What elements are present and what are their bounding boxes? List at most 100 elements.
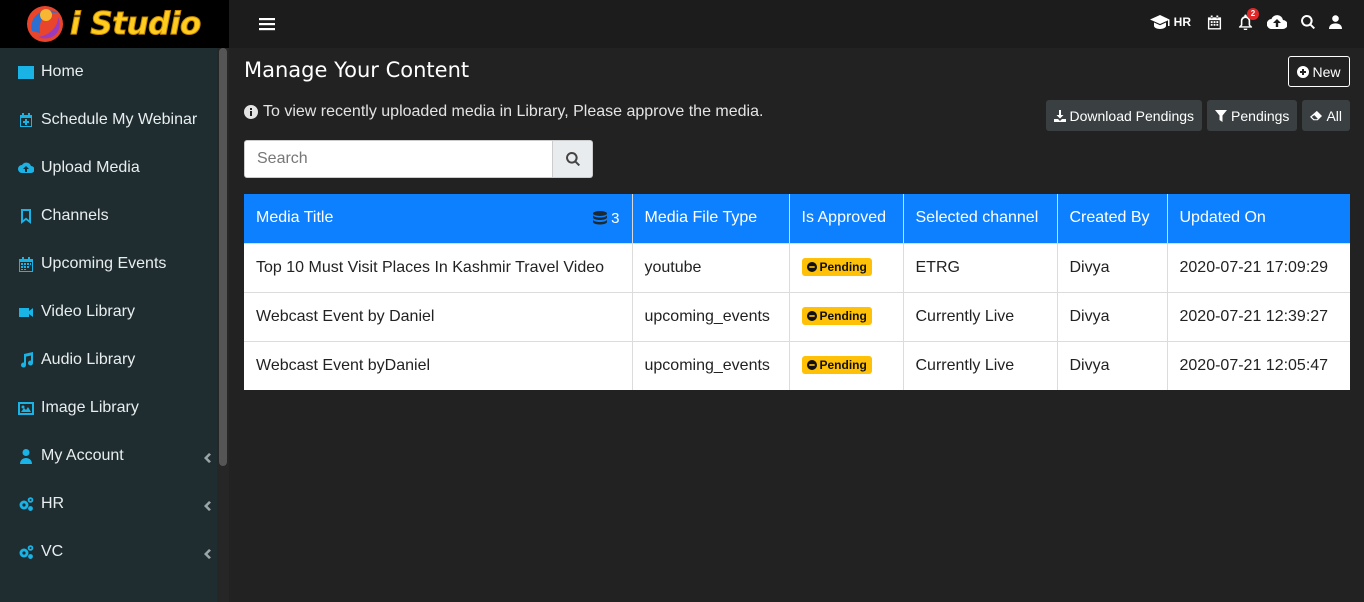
action-buttons: Download Pendings Pendings All: [1041, 100, 1350, 131]
sidebar-item-home[interactable]: Home: [0, 48, 217, 96]
home-icon: [17, 63, 35, 81]
sidebar-item-upload-media[interactable]: Upload Media: [0, 144, 217, 192]
sidebar-item-label: Home: [41, 63, 84, 80]
header-created-by[interactable]: Created By: [1057, 194, 1168, 243]
calendar-icon: [1207, 15, 1222, 30]
filter-icon: [1215, 109, 1228, 122]
cloud-upload-icon: [17, 159, 35, 177]
cell-media-file-type: youtube: [632, 242, 790, 292]
cell-media-title: Webcast Event by Daniel: [244, 291, 633, 341]
graduation-cap-icon: [1149, 15, 1170, 29]
sidebar-item-label: My Account: [41, 447, 124, 464]
user-icon: [17, 447, 35, 465]
sidebar-nav: Home Schedule My Webinar Upload Media Ch…: [0, 48, 217, 576]
table-row[interactable]: Webcast Event byDaniel upcoming_events P…: [244, 340, 1350, 390]
sidebar: i Studio Home Schedule My Webinar Upload…: [0, 0, 229, 602]
chevron-left-icon: [203, 546, 211, 559]
cell-media-title: Top 10 Must Visit Places In Kashmir Trav…: [244, 242, 633, 292]
sidebar-item-label: Upcoming Events: [41, 255, 167, 272]
chevron-left-icon: [203, 498, 211, 511]
search-button[interactable]: [1301, 15, 1315, 29]
table-row[interactable]: Webcast Event by Daniel upcoming_events …: [244, 291, 1350, 341]
header-is-approved[interactable]: Is Approved: [789, 194, 904, 243]
search-input[interactable]: [244, 140, 553, 178]
sidebar-item-vc[interactable]: VC: [0, 528, 217, 576]
pendings-filter-button[interactable]: Pendings: [1207, 100, 1298, 131]
calendar-plus-icon: [17, 111, 35, 129]
sidebar-item-label: HR: [41, 495, 65, 512]
sidebar-item-label: Channels: [41, 207, 109, 224]
chevron-left-icon: [203, 450, 211, 463]
cell-media-file-type: upcoming_events: [632, 291, 790, 341]
cell-created-by: Divya: [1057, 291, 1168, 341]
download-icon: [1053, 109, 1066, 122]
calendar-button[interactable]: [1207, 14, 1222, 30]
header-selected-channel[interactable]: Selected channel: [903, 194, 1058, 243]
istudio-logo-icon: [27, 6, 63, 42]
sidebar-item-upcoming-events[interactable]: Upcoming Events: [0, 240, 217, 288]
status-badge[interactable]: Pending: [801, 258, 872, 276]
page-title: Manage Your Content: [244, 58, 470, 82]
cell-is-approved: Pending: [789, 291, 904, 341]
minus-circle-icon: [806, 360, 817, 371]
cell-is-approved: Pending: [789, 340, 904, 390]
music-icon: [17, 351, 35, 369]
notification-count-badge: 2: [1247, 8, 1259, 20]
user-menu-button[interactable]: [1329, 15, 1342, 29]
logo[interactable]: i Studio: [0, 0, 229, 48]
download-pendings-label: Download Pendings: [1069, 107, 1195, 124]
eraser-icon: [1310, 110, 1323, 120]
hamburger-menu-icon[interactable]: [259, 17, 275, 31]
status-badge[interactable]: Pending: [801, 307, 872, 325]
top-icons: HR 2: [1136, 8, 1342, 30]
video-icon: [17, 303, 35, 321]
status-badge[interactable]: Pending: [801, 356, 872, 375]
sidebar-item-audio-library[interactable]: Audio Library: [0, 336, 217, 384]
cell-media-file-type: upcoming_events: [632, 340, 790, 390]
cell-updated-on: 2020-07-21 12:05:47: [1167, 340, 1350, 390]
new-button-label: New: [1312, 63, 1341, 80]
sidebar-item-video-library[interactable]: Video Library: [0, 288, 217, 336]
cogs-icon: [17, 495, 35, 513]
sidebar-item-label: Audio Library: [41, 351, 136, 368]
sidebar-scrollbar[interactable]: [217, 48, 229, 602]
bookmark-icon: [17, 207, 35, 225]
database-icon: [593, 211, 608, 225]
hr-label: HR: [1173, 15, 1191, 29]
cell-selected-channel: Currently Live: [903, 340, 1058, 390]
sidebar-scroll-thumb[interactable]: [219, 48, 227, 466]
info-circle-icon: [244, 105, 258, 119]
table-row[interactable]: Top 10 Must Visit Places In Kashmir Trav…: [244, 242, 1350, 292]
sidebar-item-my-account[interactable]: My Account: [0, 432, 217, 480]
cell-created-by: Divya: [1057, 340, 1168, 390]
record-count: 3: [593, 210, 620, 227]
all-filter-button[interactable]: All: [1302, 100, 1350, 131]
info-message-text: To view recently uploaded media in Libra…: [263, 103, 764, 120]
content-table: Media Title 3 Media File Type Is Approve…: [244, 194, 1350, 390]
header-updated-on[interactable]: Updated On: [1167, 194, 1350, 243]
calendar-icon: [17, 255, 35, 273]
sidebar-item-label: Video Library: [41, 303, 135, 320]
sidebar-item-hr[interactable]: HR: [0, 480, 217, 528]
notifications-button[interactable]: 2: [1238, 8, 1259, 30]
sidebar-item-label: Image Library: [41, 399, 139, 416]
all-filter-label: All: [1326, 107, 1342, 124]
download-pendings-button[interactable]: Download Pendings: [1045, 100, 1203, 131]
hr-button[interactable]: HR: [1149, 15, 1191, 29]
cloud-upload-icon: [1267, 15, 1287, 29]
cell-updated-on: 2020-07-21 17:09:29: [1167, 242, 1350, 292]
cell-is-approved: Pending: [789, 242, 904, 292]
header-media-title[interactable]: Media Title 3: [244, 194, 633, 243]
minus-circle-icon: [806, 262, 817, 272]
user-icon: [1329, 15, 1342, 29]
sidebar-item-schedule-my-webinar[interactable]: Schedule My Webinar: [0, 96, 217, 144]
sidebar-item-image-library[interactable]: Image Library: [0, 384, 217, 432]
search-icon: [1301, 15, 1315, 29]
new-button[interactable]: New: [1288, 56, 1350, 87]
header-media-file-type[interactable]: Media File Type: [632, 194, 790, 243]
sidebar-item-label: Schedule My Webinar: [41, 111, 198, 128]
cell-selected-channel: ETRG: [903, 242, 1058, 292]
upload-button[interactable]: [1267, 15, 1287, 29]
search-submit-button[interactable]: [553, 140, 593, 178]
sidebar-item-channels[interactable]: Channels: [0, 192, 217, 240]
